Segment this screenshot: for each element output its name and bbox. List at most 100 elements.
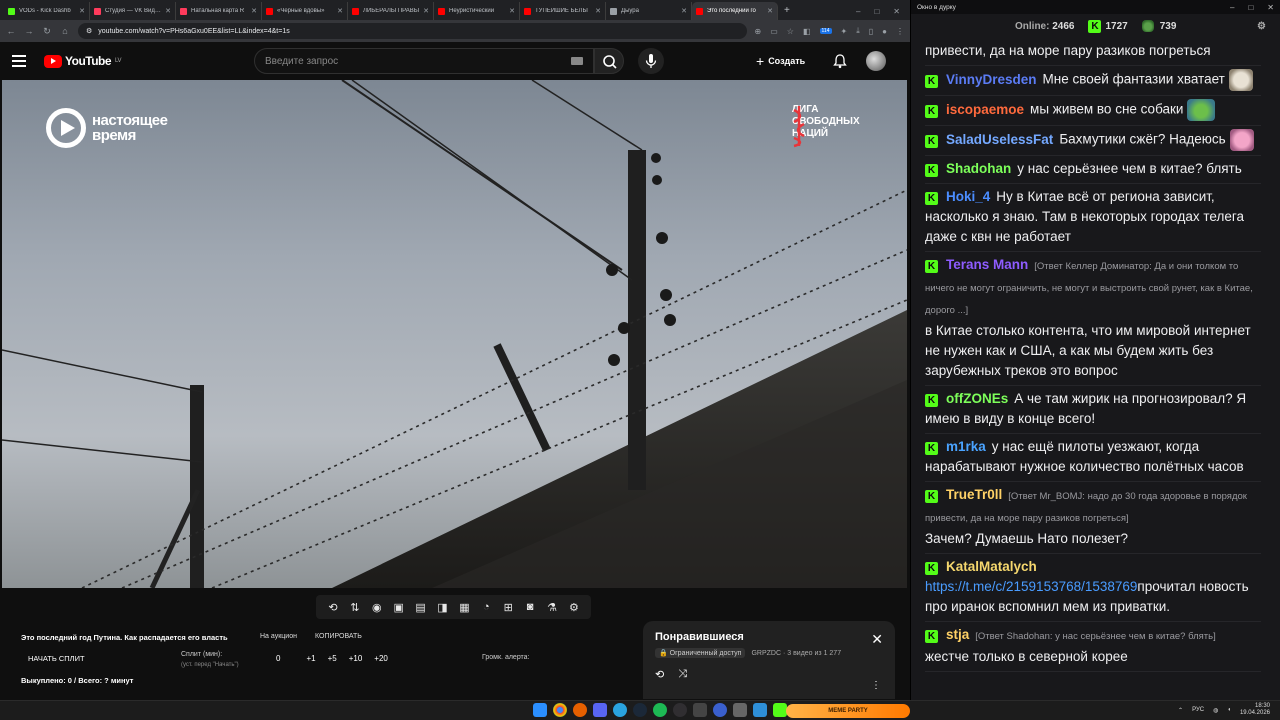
cast-screen-icon[interactable]: ▣ bbox=[391, 601, 407, 614]
browser-tab[interactable]: Студия — VK Видео ✕ bbox=[90, 2, 176, 20]
chat-maximize-icon[interactable]: □ bbox=[1248, 3, 1253, 12]
menu-icon[interactable]: ⋮ bbox=[896, 27, 904, 36]
chat-username[interactable]: Shadohan bbox=[946, 161, 1011, 176]
chat-username[interactable]: Terans Mann bbox=[946, 257, 1028, 272]
site-info-icon[interactable]: ⚙ bbox=[86, 27, 92, 35]
account-avatar[interactable] bbox=[866, 51, 886, 71]
create-button[interactable]: + Создать bbox=[756, 50, 805, 72]
loop-icon[interactable]: ⟲ bbox=[325, 601, 341, 614]
maximize-icon[interactable]: □ bbox=[874, 7, 879, 16]
menu-hamburger-icon[interactable] bbox=[12, 55, 26, 67]
tab-close-icon[interactable]: ✕ bbox=[767, 7, 773, 15]
video-player[interactable]: настоящее время ЛИГА СВОБОДНЫХ НАЦИЙ bbox=[2, 80, 907, 588]
tab-close-icon[interactable]: ✕ bbox=[337, 7, 343, 15]
cast-icon[interactable]: ▭ bbox=[770, 27, 778, 36]
reload-icon[interactable]: ↻ bbox=[42, 26, 52, 37]
extension-icon[interactable]: ◧ bbox=[803, 27, 811, 36]
browser-icon[interactable] bbox=[573, 703, 587, 717]
step-plus-5-button[interactable]: +5 bbox=[328, 654, 337, 663]
chat-close-icon[interactable]: ✕ bbox=[1267, 3, 1274, 12]
chat-username[interactable]: VinnyDresden bbox=[946, 72, 1037, 87]
copy-button[interactable]: КОПИРОВАТЬ bbox=[315, 633, 362, 640]
camera-icon[interactable]: ◙ bbox=[522, 601, 538, 613]
flask-icon[interactable]: ⚗ bbox=[544, 601, 560, 614]
tab-close-icon[interactable]: ✕ bbox=[509, 7, 515, 15]
voice-search-button[interactable] bbox=[638, 48, 664, 74]
profile-icon[interactable]: ● bbox=[882, 27, 887, 36]
browser-tab[interactable]: «Черные вдовы» ✕ bbox=[262, 2, 348, 20]
address-bar[interactable]: ⚙ youtube.com/watch?v=PHs6aGxu0EE&list=L… bbox=[78, 23, 747, 39]
chat-username[interactable]: SaladUselessFat bbox=[946, 132, 1053, 147]
browser-tab[interactable]: ЛИБЕРАЛЫ ПРАВЫ ✕ bbox=[348, 2, 434, 20]
split-value[interactable]: 0 bbox=[276, 654, 280, 663]
browser-tab[interactable]: Дыура ✕ bbox=[606, 2, 692, 20]
browser-tab[interactable]: Неуристический ✕ bbox=[434, 2, 520, 20]
chat-username[interactable]: KatalMatalych bbox=[946, 559, 1037, 574]
browser-tab[interactable]: Это последний го ✕ bbox=[692, 2, 778, 20]
telegram-icon[interactable] bbox=[613, 703, 627, 717]
start-split-button[interactable]: НАЧАТЬ СПЛИТ bbox=[28, 654, 85, 663]
puzzle-icon[interactable]: ✦ bbox=[841, 27, 848, 36]
keyboard-icon[interactable] bbox=[571, 57, 583, 65]
chat-minimize-icon[interactable]: – bbox=[1230, 3, 1234, 12]
browser-tab[interactable]: Натальная карта R ✕ bbox=[176, 2, 262, 20]
close-playlist-icon[interactable]: ✕ bbox=[871, 631, 883, 648]
back-icon[interactable]: ← bbox=[6, 26, 16, 36]
screen-add-icon[interactable]: ⊞ bbox=[500, 601, 516, 614]
pip-icon[interactable]: ◨ bbox=[434, 601, 450, 614]
tab-close-icon[interactable]: ✕ bbox=[165, 7, 171, 15]
volume-icon[interactable]: ◖ bbox=[1227, 707, 1231, 713]
tray-arrow-icon[interactable]: ⌃ bbox=[1178, 707, 1183, 714]
step-plus-20-button[interactable]: +20 bbox=[374, 654, 388, 663]
speed-icon[interactable]: ◔ bbox=[478, 601, 494, 613]
chat-username[interactable]: m1rka bbox=[946, 439, 986, 454]
auction-button[interactable]: На аукцион bbox=[260, 633, 297, 640]
step-plus-1-button[interactable]: +1 bbox=[306, 654, 315, 663]
audio-icon[interactable]: ◉ bbox=[369, 601, 385, 614]
discord-icon[interactable] bbox=[593, 703, 607, 717]
close-icon[interactable]: ✕ bbox=[893, 7, 900, 16]
new-tab-button[interactable]: + bbox=[778, 2, 796, 20]
clapper-icon[interactable]: ▤ bbox=[413, 601, 429, 614]
search-input[interactable]: Введите запрос bbox=[254, 48, 594, 74]
download-icon[interactable]: ⤓ bbox=[856, 26, 860, 36]
chat-username[interactable]: stja bbox=[946, 627, 969, 642]
playlist-title[interactable]: Понравившиеся bbox=[655, 631, 883, 643]
start-icon[interactable] bbox=[533, 703, 547, 717]
chat-message-list[interactable]: привести, да на море пару разиков погрет… bbox=[911, 38, 1271, 688]
notifications-button[interactable] bbox=[832, 53, 848, 74]
sort-icon[interactable]: ⇅ bbox=[347, 601, 363, 614]
chrome-icon[interactable] bbox=[553, 703, 567, 717]
spotify-icon[interactable] bbox=[653, 703, 667, 717]
lang-indicator[interactable]: РУС bbox=[1192, 707, 1204, 713]
minimize-icon[interactable]: – bbox=[856, 7, 860, 16]
files-icon[interactable] bbox=[733, 703, 747, 717]
more-options-icon[interactable]: ⋮ bbox=[871, 680, 881, 691]
bookmark-star-icon[interactable]: ☆ bbox=[787, 27, 794, 36]
chat-settings-icon[interactable]: ⚙ bbox=[1257, 21, 1266, 32]
tab-close-icon[interactable]: ✕ bbox=[79, 7, 85, 15]
player-icon[interactable] bbox=[713, 703, 727, 717]
tab-close-icon[interactable]: ✕ bbox=[681, 7, 687, 15]
vscode-icon[interactable] bbox=[753, 703, 767, 717]
kick-app-icon[interactable] bbox=[773, 703, 787, 717]
browser-tab[interactable]: VODs - Kick Dashb ✕ bbox=[4, 2, 90, 20]
home-icon[interactable]: ⌂ bbox=[60, 26, 70, 36]
settings-gear-icon[interactable]: ⚙ bbox=[566, 601, 582, 614]
youtube-logo[interactable]: YouTube LV bbox=[44, 54, 121, 68]
chat-username[interactable]: TrueTr0ll bbox=[946, 487, 1002, 502]
search-button[interactable] bbox=[594, 48, 624, 74]
playlist-loop-icon[interactable]: ⟲ bbox=[655, 668, 664, 681]
tab-close-icon[interactable]: ✕ bbox=[251, 7, 257, 15]
step-plus-10-button[interactable]: +10 bbox=[349, 654, 363, 663]
chat-username[interactable]: iscopaemoe bbox=[946, 102, 1024, 117]
sidepanel-icon[interactable]: ▯ bbox=[869, 27, 873, 36]
network-icon[interactable]: ◍ bbox=[1213, 707, 1218, 714]
filmstrip-icon[interactable]: ▦ bbox=[456, 601, 472, 614]
browser-tab[interactable]: ТУПЕЙШИЕ БЕЛЫ ✕ bbox=[520, 2, 606, 20]
tab-close-icon[interactable]: ✕ bbox=[423, 7, 429, 15]
forward-icon[interactable]: → bbox=[24, 26, 34, 36]
chat-username[interactable]: offZONEs bbox=[946, 391, 1008, 406]
shuffle-icon[interactable]: ⤨ bbox=[678, 668, 687, 681]
obs-icon[interactable] bbox=[673, 703, 687, 717]
